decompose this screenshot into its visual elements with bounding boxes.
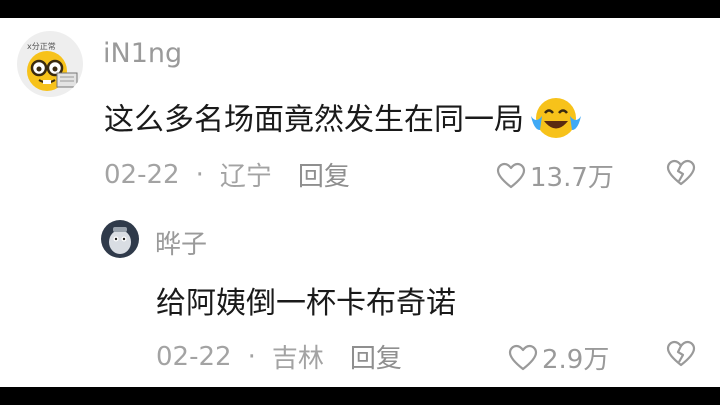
like-count: 13.7万 <box>530 163 614 193</box>
comment-location: 辽宁 <box>219 162 272 192</box>
dislike-button[interactable] <box>666 340 696 372</box>
crying-laughing-emoji-icon <box>528 94 584 148</box>
username[interactable]: 晔子 <box>155 224 207 261</box>
comment-text[interactable]: 给阿姨倒一杯卡布奇诺 <box>156 278 456 322</box>
like-button[interactable]: 2.9万 <box>508 339 609 376</box>
comment-text-body: 这么多名场面竟然发生在同一局 <box>104 102 524 138</box>
reply-button[interactable]: 回复 <box>298 156 350 193</box>
dislike-button[interactable] <box>666 159 696 191</box>
avatar[interactable]: x分正常 <box>17 31 83 97</box>
cartoon-character-icon <box>101 220 139 258</box>
avatar-badge: x分正常 <box>27 42 56 51</box>
avatar[interactable] <box>101 220 139 258</box>
heart-icon <box>508 344 538 370</box>
reply-button[interactable]: 回复 <box>350 338 402 375</box>
like-count: 2.9万 <box>542 345 610 375</box>
heart-icon <box>496 162 526 188</box>
username[interactable]: iN1ng <box>103 38 182 69</box>
comment-text[interactable]: 这么多名场面竟然发生在同一局 <box>104 94 584 148</box>
comment-date: 02-22 <box>156 341 232 372</box>
comment-date: 02-22 <box>104 159 180 190</box>
broken-heart-icon <box>666 159 696 186</box>
like-button[interactable]: 13.7万 <box>496 157 614 194</box>
broken-heart-icon <box>666 340 696 367</box>
comment-meta: 02-22 · 辽宁 回复 <box>104 156 350 193</box>
comment-meta: 02-22 · 吉林 回复 <box>156 338 402 375</box>
comment-panel: x分正常 iN1ng 这么多名场面竟然发生在同一局 02-22 · 辽宁 回复 … <box>0 18 720 387</box>
meta-separator: · <box>247 341 256 372</box>
comment-location: 吉林 <box>271 344 324 374</box>
meta-separator: · <box>195 159 204 190</box>
